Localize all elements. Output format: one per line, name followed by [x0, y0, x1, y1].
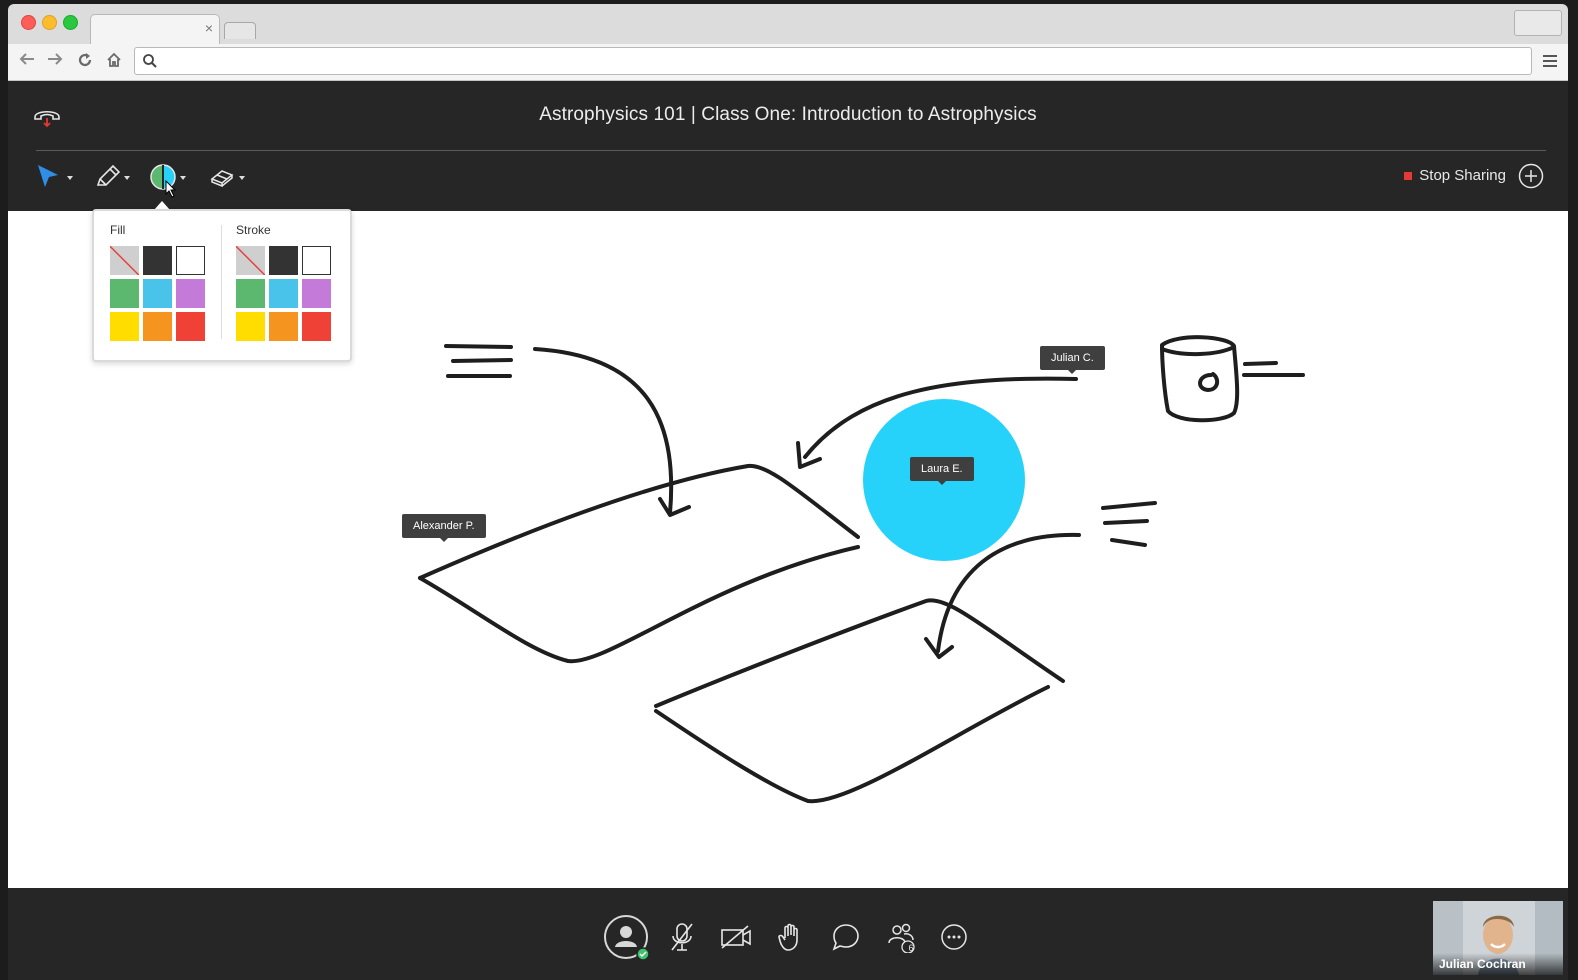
fill-swatch-ffffff[interactable] [176, 246, 205, 275]
fill-swatch-333333[interactable] [143, 246, 172, 275]
participants-button[interactable]: 6 [881, 916, 921, 958]
back-icon[interactable] [18, 51, 36, 71]
arrow-head [658, 497, 691, 517]
stroke-swatch-ef4136[interactable] [302, 312, 331, 341]
window-minimize-button[interactable] [42, 15, 57, 30]
address-bar[interactable] [134, 47, 1532, 75]
cursor-label-laura: Laura E. [910, 457, 974, 485]
add-button[interactable] [1518, 163, 1544, 194]
camera-button[interactable] [716, 916, 756, 958]
stop-sharing-label: Stop Sharing [1419, 167, 1506, 184]
color-palette-popover: Fill Stroke [92, 209, 352, 362]
fill-swatch-ef4136[interactable] [176, 312, 205, 341]
participants-count: 6 [908, 943, 914, 953]
stroke-swatch-ffdd00[interactable] [236, 312, 265, 341]
microphone-muted-icon [671, 923, 693, 951]
stroke-swatch-ffffff[interactable] [302, 246, 331, 275]
plus-circle-icon [1518, 163, 1544, 189]
browser-tab[interactable]: × [90, 14, 220, 45]
stop-square-icon [1404, 171, 1413, 180]
doodle-line [444, 344, 513, 349]
stop-sharing-button[interactable]: Stop Sharing [1404, 167, 1506, 184]
session-controls-bar: 6 Julian Cochran [8, 888, 1568, 980]
stroke-swatch-c47ad8[interactable] [302, 279, 331, 308]
browser-tab-bar: × [8, 4, 1568, 45]
tab-close-icon[interactable]: × [205, 20, 213, 36]
fill-swatch-grid [110, 246, 205, 341]
shape-outline [418, 463, 860, 580]
raise-hand-button[interactable] [771, 916, 811, 958]
stroke-swatch-none[interactable] [236, 246, 265, 275]
fill-swatch-c47ad8[interactable] [176, 279, 205, 308]
doodle-line [451, 358, 513, 363]
fill-swatch-4ac3ea[interactable] [143, 279, 172, 308]
browser-menu-icon[interactable] [1542, 54, 1558, 73]
fill-swatch-f5951f[interactable] [143, 312, 172, 341]
browser-toolbar [8, 44, 1568, 81]
camera-off-icon [721, 925, 751, 949]
fill-swatch-none[interactable] [110, 246, 139, 275]
shape-outline [654, 685, 1050, 804]
eraser-tool-button[interactable] [208, 163, 245, 196]
more-options-button[interactable] [934, 916, 974, 958]
chevron-down-icon [67, 176, 73, 180]
session-title: Astrophysics 101 | Class One: Introducti… [539, 104, 1037, 125]
stroke-label: Stroke [236, 223, 271, 237]
microphone-button[interactable] [662, 916, 702, 958]
eraser-icon [210, 170, 234, 188]
fill-label: Fill [110, 223, 126, 237]
my-status-button[interactable] [604, 915, 650, 961]
pencil-tool-button[interactable] [94, 163, 130, 196]
stroke-swatch-5cb86e[interactable] [236, 279, 265, 308]
stroke-swatch-f5951f[interactable] [269, 312, 298, 341]
reload-icon[interactable] [76, 51, 94, 73]
shape-outline [654, 598, 1065, 708]
chat-bubble-icon [832, 924, 859, 951]
hand-icon [778, 923, 798, 951]
color-tool-button[interactable] [149, 163, 186, 198]
stroke-swatch-grid [236, 246, 331, 341]
pencil-icon [96, 164, 121, 186]
cursor-label-alexander: Alexander P. [402, 514, 486, 542]
doodle-line [1243, 361, 1278, 366]
search-icon [143, 54, 157, 68]
new-tab-button[interactable] [224, 22, 256, 39]
doodle-line [1110, 538, 1147, 547]
palette-divider [221, 225, 222, 339]
mouse-cursor-icon [165, 180, 177, 198]
window-close-button[interactable] [21, 15, 36, 30]
fill-swatch-5cb86e[interactable] [110, 279, 139, 308]
forward-icon[interactable] [46, 51, 64, 71]
app-header: Astrophysics 101 | Class One: Introducti… [8, 81, 1568, 211]
shape-outline [418, 545, 860, 664]
window-profile-button[interactable] [1514, 10, 1562, 36]
stroke-swatch-333333[interactable] [269, 246, 298, 275]
chevron-down-icon [180, 176, 186, 180]
status-check-icon [636, 947, 650, 961]
chevron-down-icon [124, 176, 130, 180]
doodle-line [1103, 519, 1149, 525]
window-maximize-button[interactable] [63, 15, 78, 30]
pointer-arrow-icon [38, 165, 58, 187]
doodle-line [1101, 501, 1157, 510]
header-divider [36, 150, 1546, 151]
self-video-tile[interactable]: Julian Cochran [1433, 901, 1563, 975]
cursor-label-julian: Julian C. [1040, 346, 1105, 374]
chat-button[interactable] [826, 916, 866, 958]
home-icon[interactable] [105, 51, 123, 73]
self-video-name: Julian Cochran [1433, 953, 1563, 975]
cup-doodle [1160, 345, 1236, 357]
chevron-down-icon [239, 176, 245, 180]
fill-swatch-ffdd00[interactable] [110, 312, 139, 341]
more-ellipsis-icon [941, 924, 967, 950]
cup-doodle [1198, 372, 1220, 392]
stroke-swatch-4ac3ea[interactable] [269, 279, 298, 308]
select-tool-button[interactable] [36, 163, 73, 196]
